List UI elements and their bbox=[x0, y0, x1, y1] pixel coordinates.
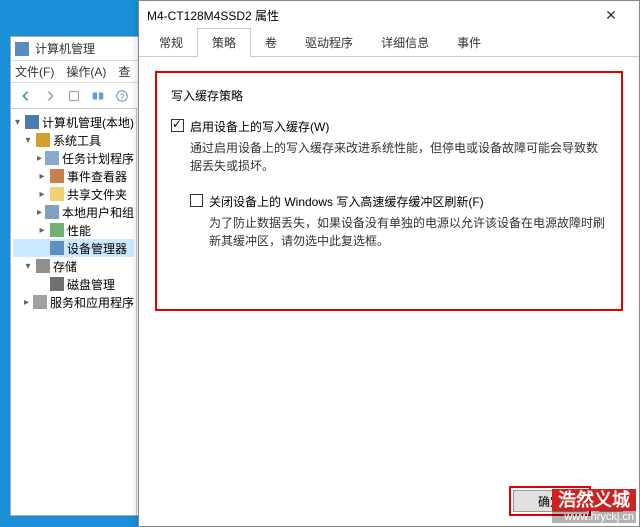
wrench-icon bbox=[36, 133, 50, 147]
toolbar-show-icon[interactable] bbox=[87, 85, 109, 107]
tree-users[interactable]: ▸ 本地用户和组 bbox=[13, 203, 134, 221]
tab-general[interactable]: 常规 bbox=[145, 29, 197, 56]
users-icon bbox=[45, 205, 59, 219]
tree-label: 共享文件夹 bbox=[67, 186, 127, 203]
tree-toggle-icon[interactable]: ▾ bbox=[23, 135, 33, 146]
menu-action[interactable]: 操作(A) bbox=[66, 63, 106, 80]
toolbar-up-icon[interactable] bbox=[63, 85, 85, 107]
tree-device-manager[interactable]: 设备管理器 bbox=[13, 239, 134, 257]
tab-events[interactable]: 事件 bbox=[443, 29, 495, 56]
tree-toggle-icon[interactable]: ▸ bbox=[37, 153, 42, 164]
device-icon bbox=[50, 241, 64, 255]
tree-perf[interactable]: ▸ 性能 bbox=[13, 221, 134, 239]
tree-services[interactable]: ▸ 服务和应用程序 bbox=[13, 293, 134, 311]
tree-label: 性能 bbox=[67, 222, 91, 239]
tree-root[interactable]: ▾ 计算机管理(本地) bbox=[13, 113, 134, 131]
enable-write-cache-row[interactable]: 启用设备上的写入缓存(W) bbox=[171, 118, 607, 135]
prop-tabs: 常规 策略 卷 驱动程序 详细信息 事件 bbox=[139, 29, 639, 57]
watermark: 浩然义城 www.hryckj.cn bbox=[552, 489, 636, 523]
disable-flush-checkbox[interactable] bbox=[190, 194, 203, 207]
event-icon bbox=[50, 169, 64, 183]
computer-icon bbox=[25, 115, 39, 129]
folder-icon bbox=[50, 187, 64, 201]
toolbar-forward-icon[interactable] bbox=[39, 85, 61, 107]
disable-flush-row[interactable]: 关闭设备上的 Windows 写入高速缓存缓冲区刷新(F) bbox=[190, 193, 607, 210]
prop-title: M4-CT128M4SSD2 属性 bbox=[147, 7, 591, 24]
tree-label: 设备管理器 bbox=[67, 240, 127, 257]
tree-label: 本地用户和组 bbox=[62, 204, 134, 221]
watermark-url: www.hryckj.cn bbox=[552, 511, 636, 523]
tab-volumes[interactable]: 卷 bbox=[251, 29, 291, 56]
toolbar-back-icon[interactable] bbox=[15, 85, 37, 107]
tree-event[interactable]: ▸ 事件查看器 bbox=[13, 167, 134, 185]
tree-root-label: 计算机管理(本地) bbox=[42, 114, 134, 131]
tab-details[interactable]: 详细信息 bbox=[367, 29, 443, 56]
mgmt-app-icon bbox=[15, 42, 29, 56]
service-icon bbox=[33, 295, 47, 309]
menu-file[interactable]: 文件(F) bbox=[15, 63, 54, 80]
disable-flush-label: 关闭设备上的 Windows 写入高速缓存缓冲区刷新(F) bbox=[209, 193, 484, 210]
tree-disk[interactable]: 磁盘管理 bbox=[13, 275, 134, 293]
tree-toggle-icon[interactable]: ▾ bbox=[23, 261, 33, 272]
tree-toggle-icon[interactable]: ▸ bbox=[23, 297, 30, 308]
svg-text:?: ? bbox=[120, 92, 125, 101]
disk-icon bbox=[50, 277, 64, 291]
mgmt-title: 计算机管理 bbox=[35, 40, 95, 57]
tree-label: 事件查看器 bbox=[67, 168, 127, 185]
enable-write-cache-desc: 通过启用设备上的写入缓存来改进系统性能，但停电或设备故障可能会导致数据丢失或损坏… bbox=[190, 139, 607, 175]
prop-body: 写入缓存策略 启用设备上的写入缓存(W) 通过启用设备上的写入缓存来改进系统性能… bbox=[139, 57, 639, 482]
perf-icon bbox=[50, 223, 64, 237]
tree-toggle-icon[interactable]: ▸ bbox=[37, 189, 47, 200]
tree-toggle-icon[interactable]: ▸ bbox=[37, 171, 47, 182]
prop-titlebar: M4-CT128M4SSD2 属性 ✕ bbox=[139, 1, 639, 29]
task-icon bbox=[45, 151, 59, 165]
write-cache-group-label: 写入缓存策略 bbox=[171, 87, 607, 104]
mgmt-tree[interactable]: ▾ 计算机管理(本地) ▾ 系统工具 ▸ 任务计划程序 ▸ 事件查看器 ▸ bbox=[11, 109, 137, 515]
tree-toggle-icon[interactable]: ▸ bbox=[37, 207, 42, 218]
toolbar-help-icon[interactable]: ? bbox=[111, 85, 133, 107]
highlighted-settings-box: 写入缓存策略 启用设备上的写入缓存(W) 通过启用设备上的写入缓存来改进系统性能… bbox=[155, 71, 623, 311]
tree-toggle-icon[interactable]: ▾ bbox=[13, 117, 22, 128]
tree-shared[interactable]: ▸ 共享文件夹 bbox=[13, 185, 134, 203]
storage-icon bbox=[36, 259, 50, 273]
tree-label: 系统工具 bbox=[53, 132, 101, 149]
tree-systools[interactable]: ▾ 系统工具 bbox=[13, 131, 134, 149]
menu-view[interactable]: 查 bbox=[118, 63, 130, 80]
enable-write-cache-checkbox[interactable] bbox=[171, 119, 184, 132]
tree-toggle-icon[interactable]: ▸ bbox=[37, 225, 47, 236]
properties-dialog: M4-CT128M4SSD2 属性 ✕ 常规 策略 卷 驱动程序 详细信息 事件… bbox=[138, 0, 640, 527]
tab-driver[interactable]: 驱动程序 bbox=[291, 29, 367, 56]
enable-write-cache-label: 启用设备上的写入缓存(W) bbox=[190, 118, 329, 135]
disable-flush-desc: 为了防止数据丢失，如果设备没有单独的电源以允许该设备在电源故障时刷新其缓冲区，请… bbox=[209, 214, 607, 250]
watermark-logo: 浩然义城 bbox=[552, 489, 636, 511]
tree-task[interactable]: ▸ 任务计划程序 bbox=[13, 149, 134, 167]
tree-label: 磁盘管理 bbox=[67, 276, 115, 293]
tree-label: 存储 bbox=[53, 258, 77, 275]
tree-storage[interactable]: ▾ 存储 bbox=[13, 257, 134, 275]
tab-policy[interactable]: 策略 bbox=[197, 28, 251, 57]
close-button[interactable]: ✕ bbox=[591, 3, 631, 27]
tree-label: 任务计划程序 bbox=[62, 150, 134, 167]
tree-label: 服务和应用程序 bbox=[50, 294, 134, 311]
